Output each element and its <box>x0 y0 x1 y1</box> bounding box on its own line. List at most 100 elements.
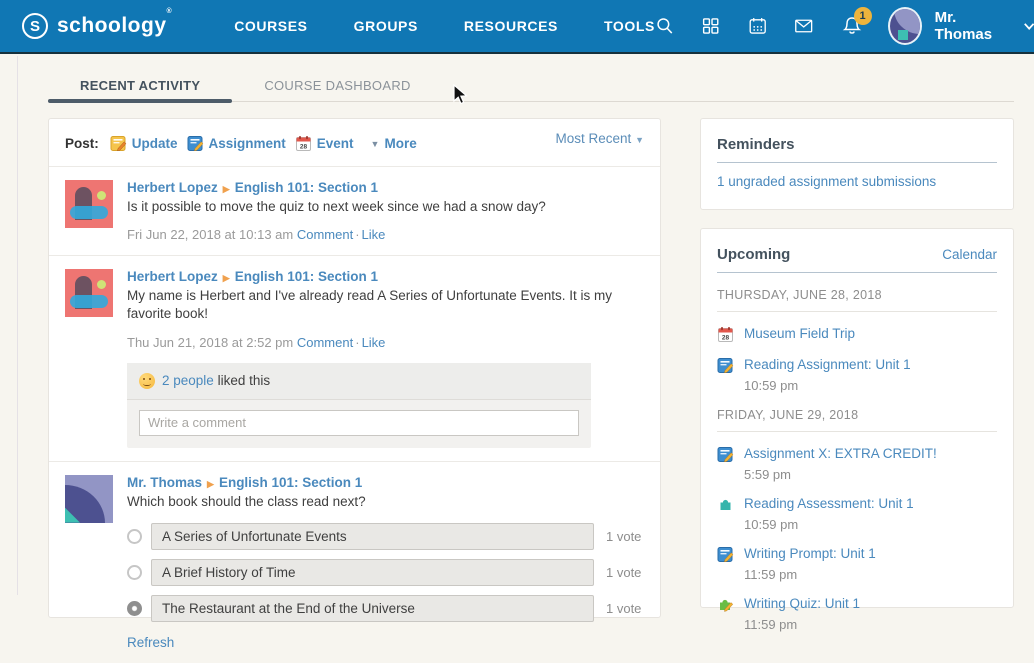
poll-option[interactable]: A Brief History of Time <box>151 559 594 586</box>
event-link[interactable]: Reading Assignment: Unit 1 <box>744 357 911 372</box>
feed-post: Herbert Lopez▶English 101: Section 1 My … <box>49 255 660 460</box>
notifications[interactable]: 1 <box>841 15 863 37</box>
liked-by-row: 2 people liked this <box>127 363 591 400</box>
comment-link[interactable]: Comment <box>297 335 353 350</box>
brand-name: schoology® <box>57 14 172 38</box>
poll-refresh-link[interactable]: Refresh <box>127 635 174 650</box>
post-body: Is it possible to move the quiz to next … <box>127 198 644 216</box>
event-link[interactable]: Writing Prompt: Unit 1 <box>744 546 876 561</box>
post-header: Herbert Lopez▶English 101: Section 1 <box>127 269 644 284</box>
comment-link[interactable]: Comment <box>297 227 353 242</box>
event-link[interactable]: Assignment X: EXTRA CREDIT! <box>744 446 937 461</box>
nav-groups[interactable]: GROUPS <box>354 18 418 34</box>
post-assignment-button[interactable]: Assignment <box>187 135 286 152</box>
event-link[interactable]: Reading Assessment: Unit 1 <box>744 496 914 511</box>
search-icon[interactable] <box>655 15 674 37</box>
registered-mark: ® <box>167 8 173 15</box>
like-link[interactable]: Like <box>362 227 386 242</box>
tab-course-dashboard[interactable]: COURSE DASHBOARD <box>232 70 442 101</box>
sort-caret-icon: ▼ <box>635 135 644 145</box>
primary-nav: COURSES GROUPS RESOURCES TOOLS <box>234 18 655 34</box>
user-menu-name[interactable]: Mr. Thomas <box>935 9 1009 43</box>
post-label: Post: <box>65 136 99 151</box>
avatar[interactable] <box>65 475 113 523</box>
assignment-icon <box>717 546 734 563</box>
chevron-down-icon[interactable] <box>1023 19 1034 33</box>
post-content: Mr. Thomas ▶ English 101: Section 1 Which … <box>127 475 644 650</box>
author-link[interactable]: Herbert Lopez <box>127 269 218 284</box>
nav-courses[interactable]: COURSES <box>234 18 307 34</box>
date-header: THURSDAY, JUNE 28, 2018 <box>717 288 997 312</box>
user-avatar[interactable] <box>890 9 920 43</box>
poll: A Series of Unfortunate Events 1 vote A … <box>127 523 644 650</box>
event-calendar-icon: 28 <box>295 135 312 152</box>
event-time: 10:59 pm <box>744 378 911 393</box>
poll-vote-count: 1 vote <box>606 529 641 544</box>
poll-option-row: A Series of Unfortunate Events 1 vote <box>127 523 644 550</box>
assignment-icon <box>717 357 734 374</box>
post-more-button[interactable]: ▼ More <box>363 136 417 151</box>
event-time: 11:59 pm <box>744 567 876 582</box>
comment-input[interactable] <box>139 410 579 436</box>
post-meta: Fri Jun 22, 2018 at 10:13 am Comment·Lik… <box>127 227 644 242</box>
ungraded-submissions-link[interactable]: 1 ungraded assignment submissions <box>717 174 997 189</box>
update-icon <box>110 135 127 152</box>
post-body: My name is Herbert and I've already read… <box>127 287 644 323</box>
course-link[interactable]: English 101: Section 1 <box>235 180 378 195</box>
comments-section: 2 people liked this <box>127 363 591 448</box>
avatar[interactable] <box>65 180 113 228</box>
post-body: Which book should the class read next? <box>127 493 644 511</box>
post-more-label: More <box>384 136 416 151</box>
sort-dropdown[interactable]: Most Recent ▼ <box>556 131 644 146</box>
date-header: FRIDAY, JUNE 29, 2018 <box>717 408 997 432</box>
feed-post: Herbert Lopez ▶ English 101: Section 1 Is … <box>49 166 660 255</box>
post-event-label: Event <box>317 136 354 151</box>
breadcrumb-arrow-icon: ▶ <box>223 184 230 194</box>
post-event-button[interactable]: 28 Event <box>295 135 354 152</box>
more-dropdown-icon: ▼ <box>371 139 380 149</box>
messages-icon[interactable] <box>794 15 813 37</box>
author-link[interactable]: Mr. Thomas <box>127 475 202 490</box>
poll-option[interactable]: The Restaurant at the End of the Univers… <box>151 595 594 622</box>
event-link[interactable]: Museum Field Trip <box>744 326 855 341</box>
upcoming-title: Upcoming <box>717 246 790 263</box>
poll-option[interactable]: A Series of Unfortunate Events <box>151 523 594 550</box>
svg-text:28: 28 <box>300 144 308 151</box>
breadcrumb-arrow-icon: ▶ <box>207 479 214 489</box>
course-link[interactable]: English 101: Section 1 <box>219 475 362 490</box>
nav-tools[interactable]: TOOLS <box>604 18 655 34</box>
quiz-puzzle-icon <box>717 596 734 613</box>
left-edge-divider <box>17 56 18 595</box>
avatar[interactable] <box>65 269 113 317</box>
poll-radio[interactable] <box>127 565 142 580</box>
calendar-link[interactable]: Calendar <box>942 247 997 262</box>
mouse-cursor <box>452 84 468 106</box>
post-update-label: Update <box>132 136 178 151</box>
nav-resources[interactable]: RESOURCES <box>464 18 558 34</box>
notification-badge: 1 <box>854 7 872 25</box>
upcoming-event: Writing Prompt: Unit 1 11:59 pm <box>717 545 997 582</box>
tab-recent-activity[interactable]: RECENT ACTIVITY <box>48 70 232 101</box>
activity-feed-card: Post: Update Assignment 28 Event ▼ More … <box>48 118 661 618</box>
timestamp: Fri Jun 22, 2018 at 10:13 am <box>127 227 293 242</box>
svg-text:28: 28 <box>722 335 730 342</box>
dot-separator: · <box>355 335 359 350</box>
poll-radio[interactable] <box>127 529 142 544</box>
post-update-button[interactable]: Update <box>110 135 178 152</box>
poll-radio-selected[interactable] <box>127 601 142 616</box>
reminders-title: Reminders <box>717 136 997 163</box>
author-link[interactable]: Herbert Lopez <box>127 180 218 195</box>
schoology-logo[interactable]: S schoology® <box>22 13 172 39</box>
feed-post-poll: Mr. Thomas ▶ English 101: Section 1 Which … <box>49 461 660 663</box>
post-header: Mr. Thomas ▶ English 101: Section 1 <box>127 475 644 490</box>
assessment-puzzle-icon <box>717 496 734 513</box>
like-link[interactable]: Like <box>362 335 386 350</box>
liked-people-link[interactable]: 2 people <box>162 373 214 388</box>
poll-vote-count: 1 vote <box>606 565 641 580</box>
calendar-icon[interactable] <box>748 15 767 37</box>
apps-grid-icon[interactable] <box>701 15 720 37</box>
poll-option-row: The Restaurant at the End of the Univers… <box>127 595 644 622</box>
event-link[interactable]: Writing Quiz: Unit 1 <box>744 596 860 611</box>
course-link[interactable]: English 101: Section 1 <box>235 269 378 284</box>
post-assignment-label: Assignment <box>209 136 286 151</box>
